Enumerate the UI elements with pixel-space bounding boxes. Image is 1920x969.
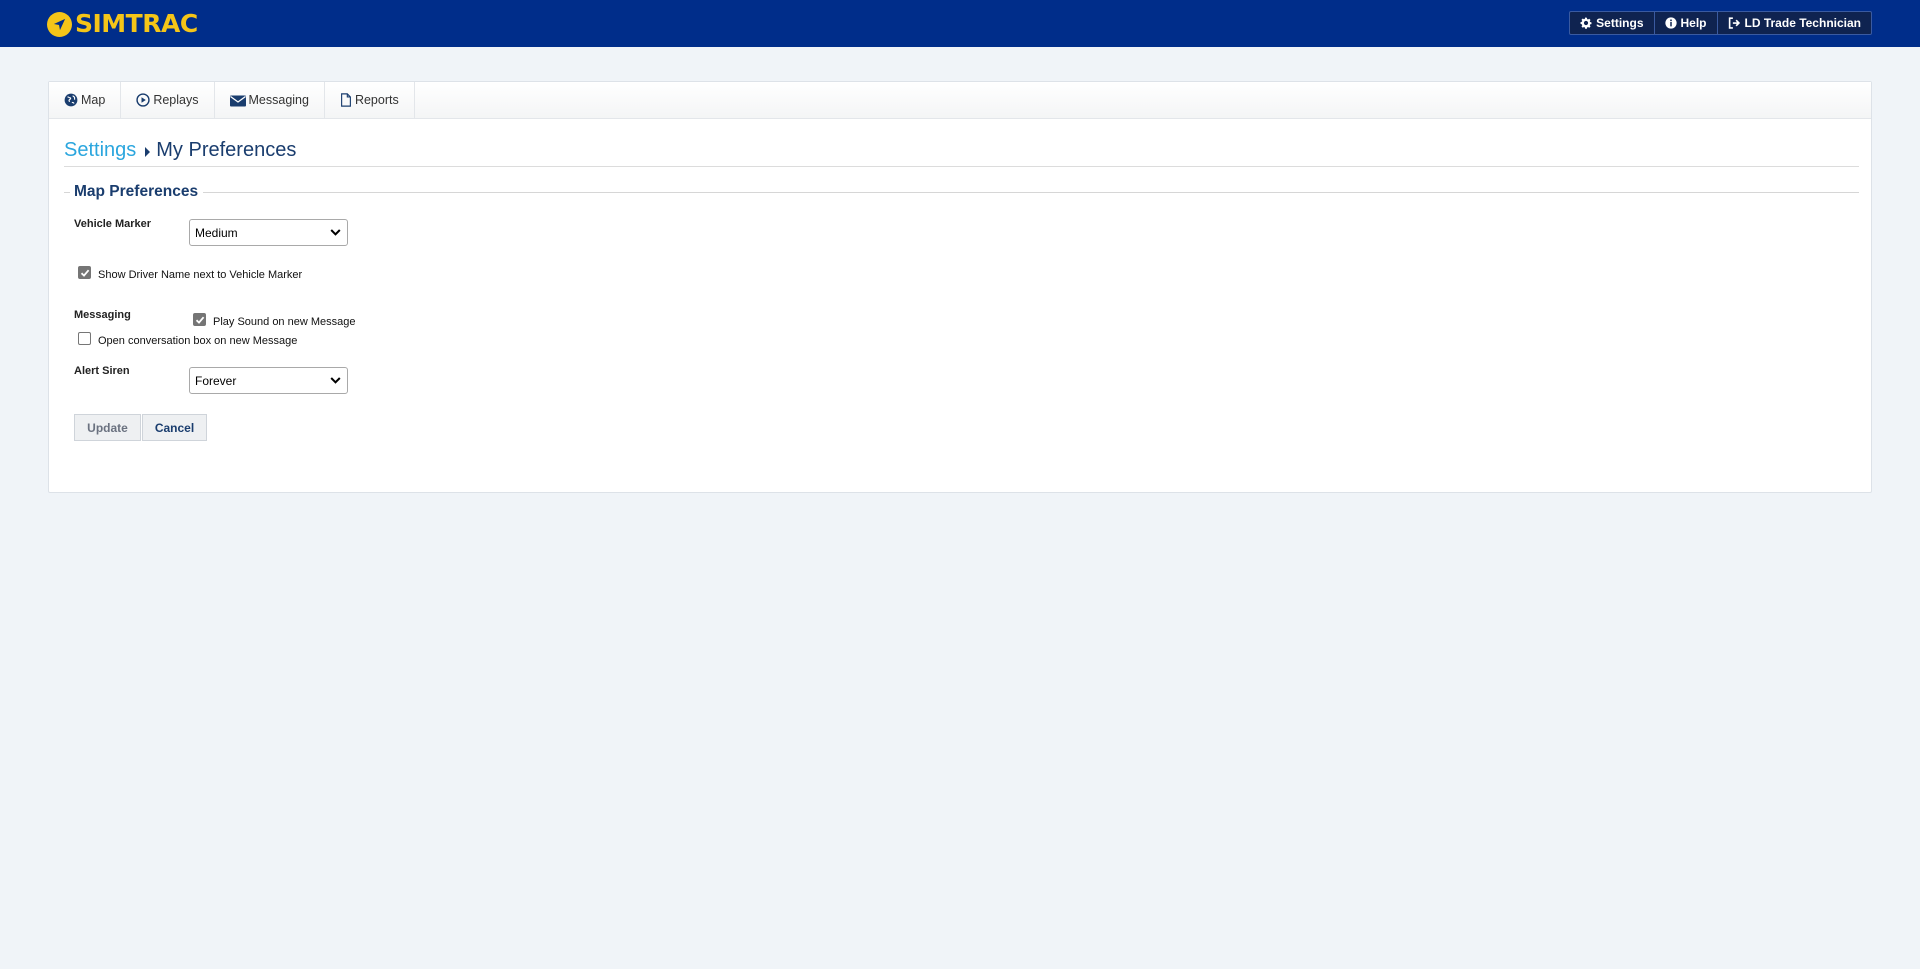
- help-label: Help: [1680, 16, 1707, 30]
- tab-messaging-label: Messaging: [248, 93, 309, 107]
- tab-messaging[interactable]: Messaging: [215, 82, 325, 118]
- alert-siren-select[interactable]: Forever: [189, 367, 348, 394]
- brand-name: SIMTRAC: [75, 9, 198, 38]
- settings-label: Settings: [1596, 16, 1644, 30]
- show-driver-name-checkbox[interactable]: [78, 266, 91, 279]
- sign-out-icon: [1728, 17, 1740, 29]
- play-circle-icon: [136, 93, 150, 107]
- main-panel: Map Replays Messaging Reports Settings M…: [48, 81, 1872, 493]
- simtrac-logo[interactable]: SIMTRAC: [47, 11, 198, 37]
- cancel-button[interactable]: Cancel: [142, 414, 207, 441]
- checkmark-icon: [80, 269, 90, 277]
- vehicle-marker-label: Vehicle Marker: [74, 218, 152, 230]
- show-driver-name-label: Show Driver Name next to Vehicle Marker: [98, 269, 303, 281]
- play-sound-checkbox[interactable]: [193, 313, 206, 326]
- tab-replays[interactable]: Replays: [121, 82, 215, 118]
- alert-siren-label: Alert Siren: [74, 365, 130, 377]
- info-icon: [1664, 17, 1677, 29]
- checkmark-icon: [195, 316, 205, 324]
- update-button[interactable]: Update: [74, 414, 141, 441]
- vehicle-marker-value: Medium: [195, 225, 238, 240]
- location-arrow-icon: [47, 11, 72, 37]
- top-navbar: SIMTRAC Settings Help LD Trade Technicia…: [0, 0, 1920, 47]
- caret-right-icon: [145, 147, 151, 157]
- gear-icon: [1580, 17, 1592, 29]
- tab-map-label: Map: [81, 93, 106, 107]
- tab-reports-label: Reports: [354, 93, 399, 107]
- breadcrumb-settings-link[interactable]: Settings: [64, 139, 136, 162]
- help-button[interactable]: Help: [1655, 12, 1718, 34]
- messaging-label: Messaging: [74, 309, 131, 321]
- user-name-label: LD Trade Technician: [1744, 16, 1861, 30]
- tab-replays-label: Replays: [153, 93, 199, 107]
- tab-reports[interactable]: Reports: [325, 82, 415, 118]
- file-icon: [341, 93, 351, 107]
- logout-user-button[interactable]: LD Trade Technician: [1718, 12, 1871, 34]
- globe-icon: [64, 93, 78, 107]
- settings-button[interactable]: Settings: [1570, 12, 1655, 34]
- alert-siren-value: Forever: [195, 373, 237, 388]
- envelope-icon: [229, 95, 246, 106]
- map-preferences-section: Map Preferences: [64, 183, 1859, 201]
- chevron-down-icon: [330, 377, 341, 384]
- page-title: My Preferences: [156, 139, 297, 161]
- open-conversation-label: Open conversation box on new Message: [98, 335, 298, 347]
- section-divider: [64, 192, 1859, 193]
- section-title: Map Preferences: [70, 183, 204, 201]
- header-actions: Settings Help LD Trade Technician: [1569, 11, 1872, 35]
- tab-map[interactable]: Map: [49, 82, 122, 118]
- tab-bar: Map Replays Messaging Reports: [49, 82, 1871, 119]
- breadcrumb: Settings My Preferences: [64, 139, 1859, 167]
- vehicle-marker-select[interactable]: Medium: [189, 219, 348, 246]
- play-sound-label: Play Sound on new Message: [213, 316, 356, 328]
- open-conversation-checkbox[interactable]: [78, 332, 91, 345]
- chevron-down-icon: [330, 229, 341, 236]
